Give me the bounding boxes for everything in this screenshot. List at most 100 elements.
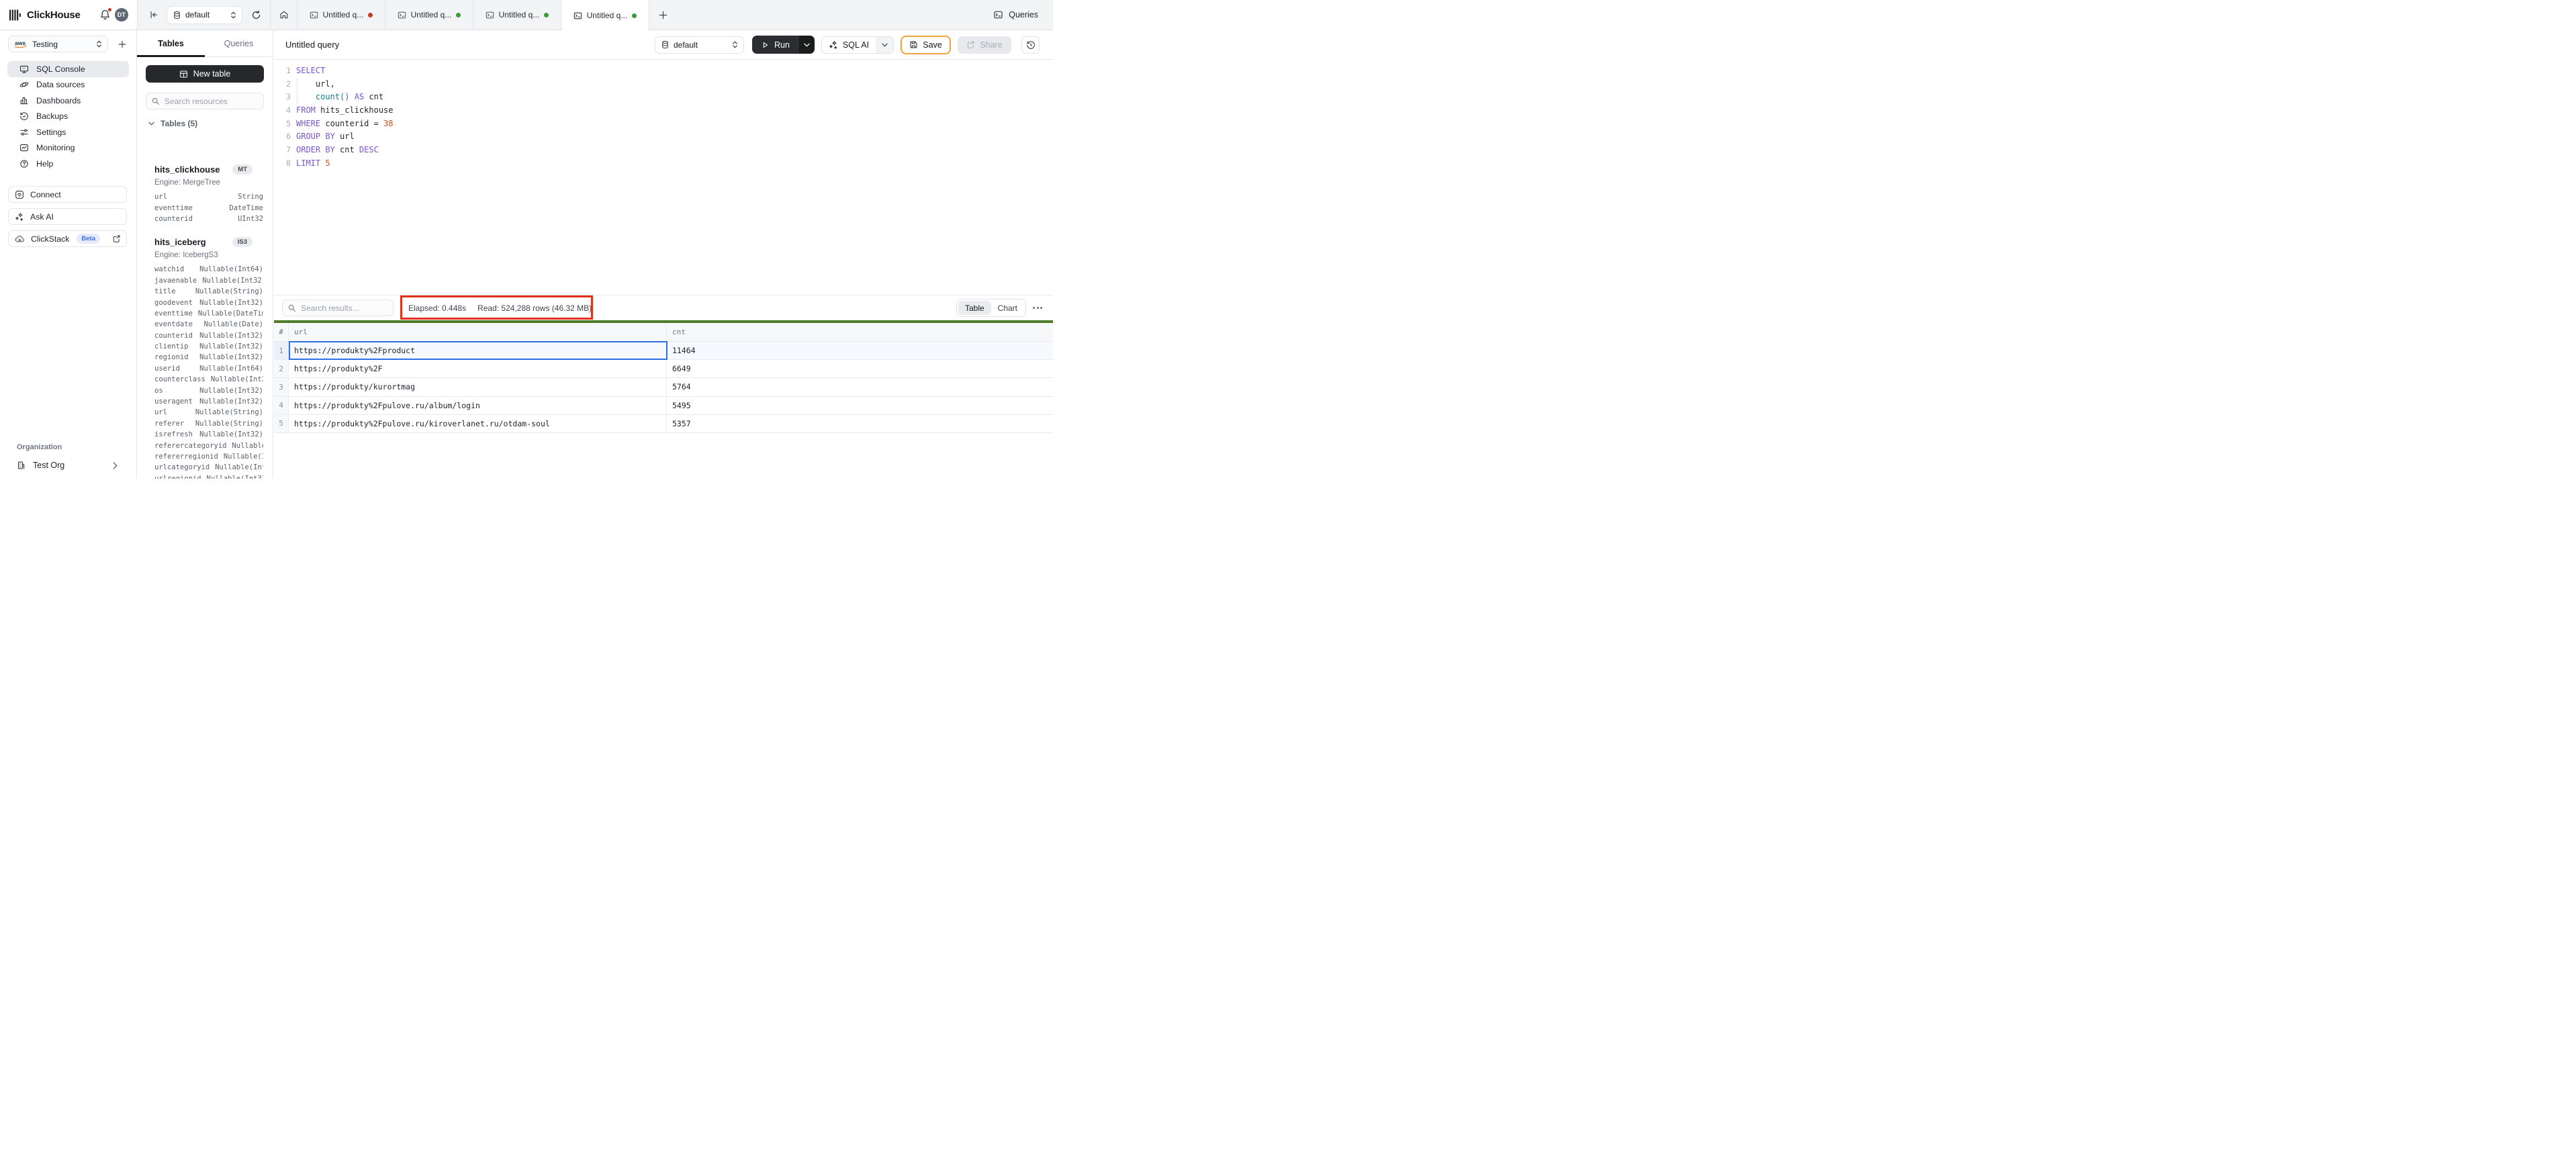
toggle-table[interactable]: Table <box>958 301 991 315</box>
result-row-1[interactable]: 1https://produkty%2Fproduct11464 <box>274 342 1053 360</box>
search-results-input[interactable] <box>282 299 394 316</box>
result-row-4[interactable]: 4https://produkty%2Fpulove.ru/album/logi… <box>274 397 1053 415</box>
chevron-updown-icon <box>96 40 102 48</box>
run-button[interactable]: Run <box>752 36 815 54</box>
editor-database-value: default <box>674 40 698 50</box>
search-resources-input[interactable] <box>146 93 264 109</box>
results-toolbar: Elapsed: 0.448s Read: 524,288 rows (46.3… <box>274 295 1053 320</box>
queries-button-label: Queries <box>1009 10 1038 19</box>
chevron-down-icon <box>148 122 154 126</box>
cell-cnt[interactable]: 5495 <box>667 397 1053 414</box>
connect-button[interactable]: Connect <box>8 186 127 203</box>
query-tab-3[interactable]: Untitled q... <box>473 0 561 30</box>
sidebar-item-data-sources[interactable]: Data sources <box>7 77 129 93</box>
save-button[interactable]: Save <box>901 36 951 54</box>
view-toggle: Table Chart <box>956 299 1026 317</box>
result-row-5[interactable]: 5https://produkty%2Fpulove.ru/kiroverlan… <box>274 415 1053 433</box>
tables-section-header[interactable]: Tables (5) <box>148 119 264 128</box>
clickstack-button[interactable]: ClickStack Beta <box>8 230 127 247</box>
queries-button[interactable]: Queries <box>993 10 1038 19</box>
cell-cnt[interactable]: 11464 <box>667 342 1053 359</box>
organization-row[interactable]: Test Org <box>0 459 136 472</box>
sidebar-item-sql-console[interactable]: SQL Console <box>7 61 129 77</box>
sidebar-item-label: Backups <box>36 111 68 121</box>
tables-list: hits_clickhouse MT Engine: MergeTree url… <box>154 162 266 479</box>
sidebar-item-backups[interactable]: Backups <box>7 109 129 125</box>
monitor-icon <box>19 64 29 74</box>
column-row: watchidNullable(Int64) <box>154 264 263 275</box>
cell-url[interactable]: https://produkty%2F <box>289 360 667 377</box>
tab-tables-label: Tables <box>158 39 184 48</box>
query-tab-label: Untitled q... <box>323 10 364 19</box>
result-row-2[interactable]: 2https://produkty%2F6649 <box>274 360 1053 378</box>
cell-url[interactable]: https://produkty%2Fpulove.ru/kiroverlane… <box>289 415 667 432</box>
tab-tables[interactable]: Tables <box>137 30 205 56</box>
sql-ai-button[interactable]: SQL AI <box>821 36 894 54</box>
column-header-cnt[interactable]: cnt <box>667 323 1053 341</box>
sidebar-item-monitoring[interactable]: Monitoring <box>7 140 129 156</box>
row-index: 2 <box>274 360 289 377</box>
home-button[interactable] <box>271 0 297 30</box>
code-line: ORDER BY cnt DESC <box>296 144 1053 157</box>
database-selector[interactable]: default <box>167 6 242 24</box>
run-label: Run <box>774 40 790 50</box>
editor-code: SELECT url, count() AS cntFROM hits_clic… <box>296 64 1053 171</box>
more-options-icon[interactable] <box>1033 307 1042 309</box>
sidebar-item-help[interactable]: Help <box>7 156 129 172</box>
sql-ai-chevron[interactable] <box>876 37 893 53</box>
chevron-right-icon <box>113 462 118 469</box>
code-line: LIMIT 5 <box>296 157 1053 171</box>
cell-url[interactable]: https://produkty/kurortmag <box>289 378 667 395</box>
new-tab-button[interactable] <box>658 0 668 30</box>
query-tabs-strip: Untitled q... Untitled q... Untitled q... U… <box>270 0 668 30</box>
toggle-chart[interactable]: Chart <box>991 301 1024 315</box>
tab-queries[interactable]: Queries <box>205 30 273 56</box>
query-history-button[interactable] <box>1021 36 1040 54</box>
query-tab-1[interactable]: Untitled q... <box>297 0 385 30</box>
query-tab-label: Untitled q... <box>587 11 628 20</box>
table-entry[interactable]: hits_iceberg IS3 <box>154 234 266 249</box>
workspace-selector[interactable]: aws Testing <box>8 36 108 52</box>
ask-ai-button[interactable]: Ask AI <box>8 208 127 225</box>
saved-dot <box>456 13 461 17</box>
connect-icon <box>15 190 24 199</box>
query-tab-4[interactable]: Untitled q... <box>561 0 649 31</box>
column-row: counteridUInt32 <box>154 214 263 224</box>
new-table-button[interactable]: New table <box>146 65 264 83</box>
clickhouse-console-app: ClickHouse DT default <box>0 0 1053 479</box>
table-entry[interactable]: hits_clickhouse MT <box>154 162 266 177</box>
run-options-chevron[interactable] <box>799 36 815 54</box>
help-icon <box>19 159 29 169</box>
workspace-selector-value: Testing <box>32 40 91 49</box>
add-service-button[interactable] <box>118 40 127 49</box>
sidebar-item-settings[interactable]: Settings <box>7 124 129 140</box>
history-icon <box>1026 40 1036 50</box>
sql-editor[interactable]: 12345678 SELECT url, count() AS cntFROM … <box>274 60 1053 295</box>
column-row: eventtimeNullable(DateTime6 <box>154 308 263 319</box>
column-header-url[interactable]: url <box>289 323 667 341</box>
cell-cnt[interactable]: 6649 <box>667 360 1053 377</box>
sidebar-item-dashboards[interactable]: Dashboards <box>7 93 129 109</box>
cell-cnt[interactable]: 5357 <box>667 415 1053 432</box>
column-row: counteridNullable(Int32) <box>154 330 263 341</box>
cell-url[interactable]: https://produkty%2Fproduct <box>289 342 667 359</box>
trend-chart-icon <box>19 143 29 152</box>
notifications-bell-icon[interactable] <box>99 9 111 21</box>
database-selector-value: default <box>185 10 210 19</box>
avatar[interactable]: DT <box>115 8 128 21</box>
cell-cnt[interactable]: 5764 <box>667 378 1053 395</box>
query-title[interactable]: Untitled query <box>285 40 339 50</box>
query-tab-2[interactable]: Untitled q... <box>385 0 473 30</box>
sparkles-icon <box>15 212 24 222</box>
collapse-sidebar-icon[interactable] <box>149 10 158 19</box>
refresh-icon[interactable] <box>251 10 261 20</box>
query-tab-label: Untitled q... <box>499 10 540 19</box>
organization-label: Organization <box>17 443 136 451</box>
editor-database-selector[interactable]: default <box>655 36 744 54</box>
database-icon <box>173 11 181 19</box>
cell-url[interactable]: https://produkty%2Fpulove.ru/album/login <box>289 397 667 414</box>
editor-gutter: 12345678 <box>274 64 291 171</box>
code-line: url, <box>296 78 1053 91</box>
share-label: Share <box>980 40 1002 50</box>
result-row-3[interactable]: 3https://produkty/kurortmag5764 <box>274 378 1053 396</box>
